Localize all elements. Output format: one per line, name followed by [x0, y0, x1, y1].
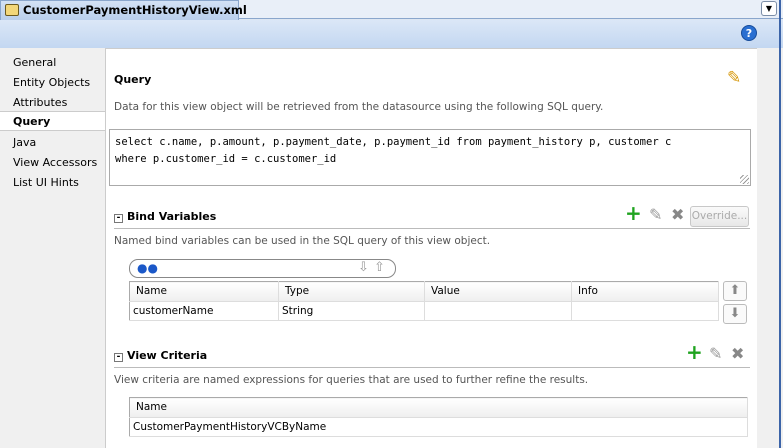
sql-line-1: select c.name, p.amount, p.payment_date,…	[115, 136, 672, 148]
column-header-type[interactable]: Type	[278, 281, 425, 302]
view-object-icon	[5, 4, 19, 16]
bind-variable-search-input[interactable]: ●● ⇩ ⇧	[129, 259, 396, 278]
column-header-name[interactable]: Name	[129, 397, 748, 418]
column-header-name[interactable]: Name	[129, 281, 279, 302]
divider	[114, 228, 750, 229]
table-row[interactable]: customerName String	[129, 301, 719, 321]
override-button[interactable]: Override...	[690, 206, 749, 227]
query-heading: Query	[114, 73, 152, 86]
column-header-info[interactable]: Info	[571, 281, 719, 302]
table-header-row: Name Type Value Info	[129, 281, 719, 302]
edit-query-pencil-icon[interactable]: ✎	[727, 70, 741, 87]
find-previous-up-icon[interactable]: ⇧	[374, 260, 385, 275]
nav-item-list-ui-hints[interactable]: List UI Hints	[0, 173, 105, 193]
nav-item-query[interactable]: Query	[0, 111, 106, 131]
view-criteria-section-toggle[interactable]: - View Criteria	[114, 349, 207, 362]
binoculars-icon: ●●	[137, 261, 158, 275]
query-description: Data for this view object will be retrie…	[114, 101, 604, 113]
divider	[114, 367, 750, 368]
bind-variables-section-toggle[interactable]: - Bind Variables	[114, 210, 216, 223]
resize-grip[interactable]	[740, 175, 749, 184]
cell-type[interactable]: String	[278, 301, 425, 321]
header-band	[0, 20, 783, 48]
sql-line-2: where p.customer_id = c.customer_id	[115, 153, 337, 165]
table-row[interactable]: CustomerPaymentHistoryVCByName	[129, 417, 748, 437]
bind-variables-heading: Bind Variables	[127, 210, 217, 223]
cell-name[interactable]: CustomerPaymentHistoryVCByName	[129, 417, 748, 437]
move-up-button[interactable]: ⬆	[723, 281, 747, 301]
nav-item-entity-objects[interactable]: Entity Objects	[0, 73, 105, 93]
sidebar-nav: General Entity Objects Attributes Query …	[0, 48, 106, 448]
tab-list-dropdown-button[interactable]: ▼	[761, 1, 777, 16]
cell-name[interactable]: customerName	[129, 301, 279, 321]
delete-view-criteria-icon[interactable]: ✖	[731, 346, 744, 362]
cell-value[interactable]	[424, 301, 572, 321]
help-icon[interactable]: ?	[741, 25, 757, 41]
nav-item-attributes[interactable]: Attributes	[0, 93, 105, 113]
nav-item-view-accessors[interactable]: View Accessors	[0, 153, 105, 173]
collapse-icon: -	[114, 214, 123, 223]
column-header-value[interactable]: Value	[424, 281, 572, 302]
collapse-icon: -	[114, 353, 123, 362]
bind-variables-table: Name Type Value Info customerName String	[129, 281, 719, 321]
tab-title: CustomerPaymentHistoryView.xml	[23, 3, 247, 17]
edit-view-criteria-icon[interactable]: ✎	[709, 346, 722, 362]
window-border	[779, 0, 781, 448]
move-down-button[interactable]: ⬇	[723, 304, 747, 324]
nav-item-java[interactable]: Java	[0, 133, 105, 153]
nav-item-general[interactable]: General	[0, 53, 105, 73]
view-criteria-description: View criteria are named expressions for …	[114, 374, 589, 386]
view-criteria-heading: View Criteria	[127, 349, 208, 362]
find-next-down-icon[interactable]: ⇩	[358, 260, 369, 275]
bind-variables-description: Named bind variables can be used in the …	[114, 235, 491, 247]
editor-tab[interactable]: CustomerPaymentHistoryView.xml	[0, 0, 247, 20]
view-criteria-table: Name CustomerPaymentHistoryVCByName	[129, 397, 748, 437]
sql-query-textarea[interactable]: select c.name, p.amount, p.payment_date,…	[109, 129, 751, 186]
cell-info[interactable]	[571, 301, 719, 321]
edit-bind-variable-icon[interactable]: ✎	[649, 207, 662, 223]
table-header-row: Name	[129, 397, 748, 418]
delete-bind-variable-icon[interactable]: ✖	[671, 207, 684, 223]
add-view-criteria-icon[interactable]: +	[686, 342, 703, 362]
add-bind-variable-icon[interactable]: +	[625, 203, 642, 223]
